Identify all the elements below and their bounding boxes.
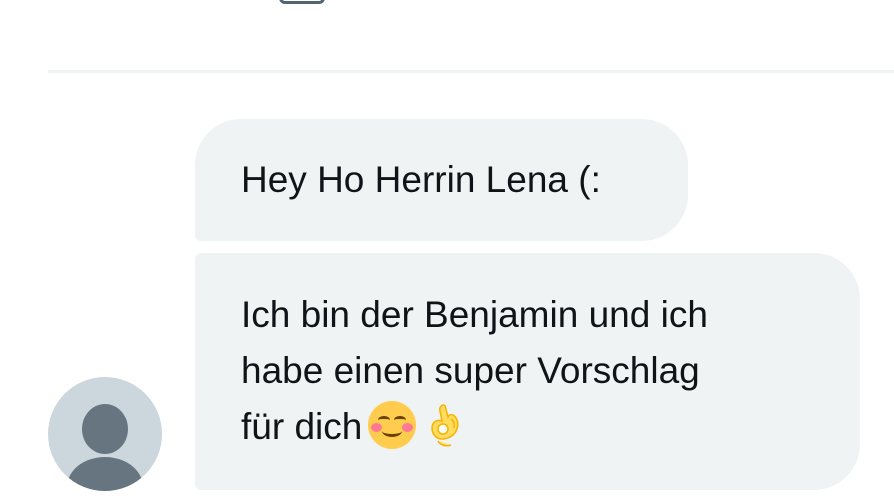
message-icon[interactable] [279,0,325,4]
message-text: für dich [241,406,363,447]
message-text: Hey Ho Herrin Lena (: [241,159,601,200]
avatar-head-shape [82,404,128,454]
message-bubble[interactable]: Hey Ho Herrin Lena (: [195,119,688,241]
avatar[interactable] [48,377,162,491]
message-text: habe einen super Vorschlag [241,350,700,391]
avatar-body-shape [67,457,143,491]
message-bubble[interactable]: Ich bin der Benjamin und ich habe einen … [195,253,860,490]
ok-hand-emoji-icon [424,399,464,451]
dm-conversation: Hey Ho Herrin Lena (: Ich bin der Benjam… [0,0,894,503]
message-text-last-line: für dich [241,399,814,455]
divider [48,70,894,73]
smiling-face-emoji-icon [368,401,417,449]
message-text: Ich bin der Benjamin und ich [241,294,708,335]
